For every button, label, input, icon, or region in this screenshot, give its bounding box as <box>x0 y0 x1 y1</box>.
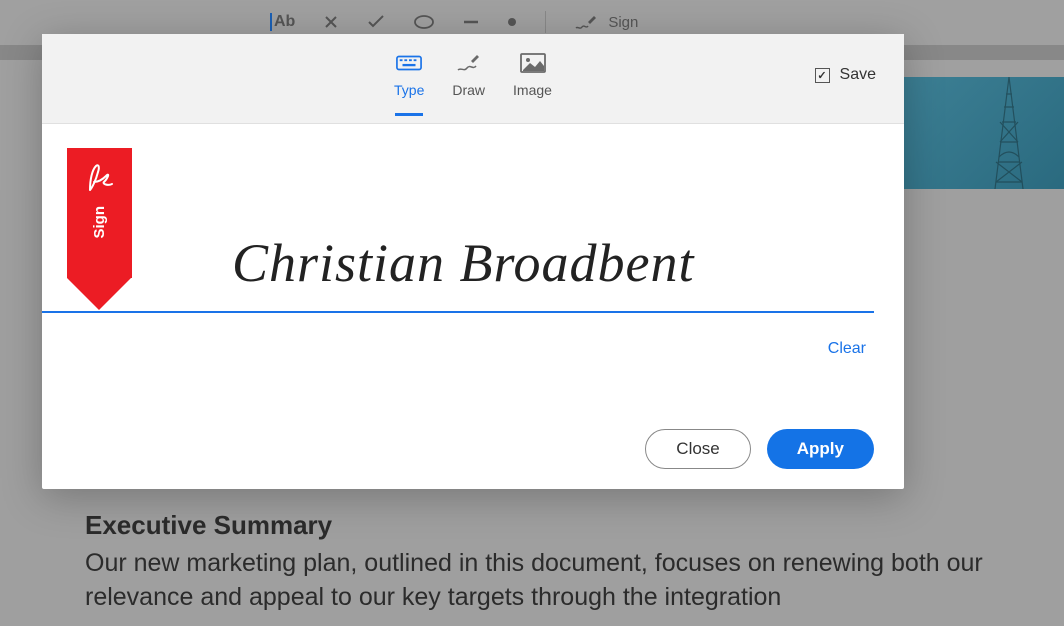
doc-banner-image <box>899 77 1064 189</box>
dialog-header: Type Draw Image ✓ Save <box>42 34 904 124</box>
tab-draw[interactable]: Draw <box>452 52 485 106</box>
tab-type[interactable]: Type <box>394 52 424 106</box>
tab-image-label: Image <box>513 82 552 98</box>
save-checkbox-label: Save <box>840 66 876 84</box>
badge-label: Sign <box>91 206 108 239</box>
doc-heading: Executive Summary <box>85 510 1064 541</box>
keyboard-icon <box>396 52 422 74</box>
adobe-sign-badge: Sign <box>67 148 132 310</box>
dot-tool-icon[interactable] <box>507 17 517 27</box>
image-icon <box>520 52 546 74</box>
signature-underline <box>42 311 874 313</box>
top-toolbar: Ab Sign <box>0 8 1064 36</box>
tab-image[interactable]: Image <box>513 52 552 106</box>
adobe-logo-icon <box>82 160 118 196</box>
sign-tool[interactable]: Sign <box>574 12 638 32</box>
tab-draw-label: Draw <box>452 82 485 98</box>
clear-link[interactable]: Clear <box>828 340 866 358</box>
save-checkbox[interactable]: ✓ <box>815 68 830 83</box>
text-tool-icon[interactable]: Ab <box>270 13 295 31</box>
apply-button[interactable]: Apply <box>767 429 874 469</box>
circle-tool-icon[interactable] <box>413 14 435 30</box>
signature-tabs: Type Draw Image <box>394 52 552 106</box>
draw-pen-icon <box>456 52 482 74</box>
check-tool-icon[interactable] <box>367 14 385 30</box>
x-tool-icon[interactable] <box>323 14 339 30</box>
close-button[interactable]: Close <box>645 429 750 469</box>
save-checkbox-wrap[interactable]: ✓ Save <box>815 66 876 84</box>
dialog-body: Sign Christian Broadbent Clear <box>42 124 904 409</box>
tab-type-label: Type <box>394 82 424 98</box>
signature-pen-icon <box>574 12 598 32</box>
signature-dialog: Type Draw Image ✓ Save <box>42 34 904 489</box>
dialog-footer: Close Apply <box>42 409 904 489</box>
sign-tool-label: Sign <box>608 14 638 31</box>
signature-preview[interactable]: Christian Broadbent <box>232 232 695 294</box>
doc-body-text: Our new marketing plan, outlined in this… <box>85 547 1064 615</box>
line-tool-icon[interactable] <box>463 14 479 30</box>
toolbar-divider <box>545 11 546 33</box>
